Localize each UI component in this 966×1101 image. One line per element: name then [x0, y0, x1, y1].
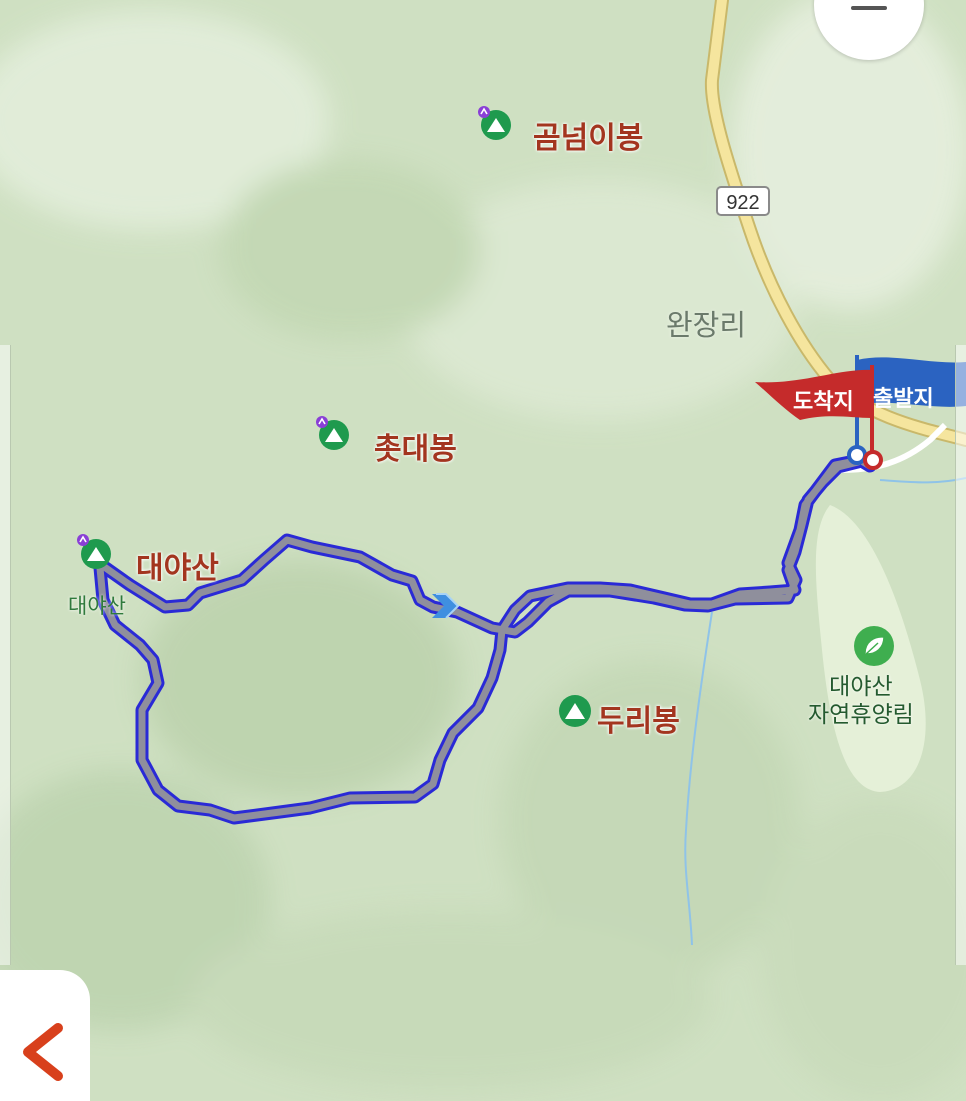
departure-flag-label: 출발지 — [873, 386, 934, 411]
minus-icon — [851, 6, 887, 10]
trail-map[interactable]: 곰넘이봉 촛대봉 대야산 두리봉 대야산 완장리 922 대야산 자연휴양림 도… — [0, 0, 966, 1101]
mountain-peak-icon[interactable] — [316, 416, 352, 452]
peak-sublabel: 대야산 — [68, 595, 126, 618]
peak-label-daeyasan: 대야산 — [136, 552, 219, 585]
leaf-icon[interactable] — [852, 624, 896, 668]
mountain-peak-icon[interactable] — [478, 106, 514, 142]
peak-label-duribong: 두리봉 — [597, 705, 680, 738]
arrival-flag-label: 도착지 — [793, 389, 854, 414]
back-button[interactable] — [0, 970, 90, 1101]
chevron-left-icon — [23, 1023, 63, 1081]
mountain-peak-icon[interactable] — [76, 534, 112, 570]
left-edge-handle — [0, 345, 11, 965]
departure-point — [847, 445, 867, 465]
mountain-peak-icon[interactable] — [557, 693, 593, 729]
park-label-line2: 자연휴양림 — [808, 701, 914, 727]
arrival-point — [863, 450, 883, 470]
peak-label-chotdaebong: 촛대봉 — [374, 433, 457, 466]
right-edge-handle — [955, 345, 966, 965]
road-number-badge: 922 — [716, 186, 770, 216]
park-label: 대야산 자연휴양림 — [808, 672, 914, 728]
park-label-line1: 대야산 — [829, 673, 893, 699]
village-label: 완장리 — [666, 310, 747, 342]
peak-label-gomneomibong: 곰넘이봉 — [533, 122, 644, 155]
